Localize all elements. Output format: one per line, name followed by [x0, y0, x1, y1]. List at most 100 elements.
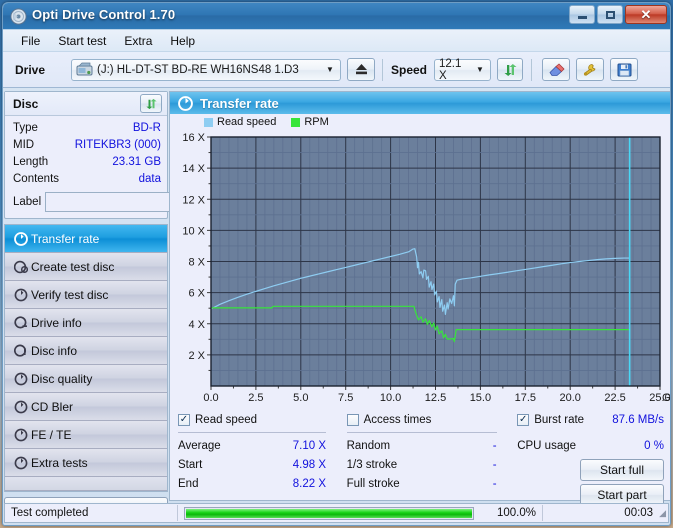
start-full-button[interactable]: Start full: [580, 459, 664, 481]
toolbar-separator-1: [382, 59, 383, 81]
maximize-button[interactable]: [597, 5, 623, 24]
transfer-rate-icon: [178, 96, 193, 111]
eject-icon: [354, 63, 369, 76]
sidebar-item-cd-bler[interactable]: CD Bler: [5, 393, 167, 421]
disc-row-contents-key: Contents: [13, 171, 59, 188]
fe-te-icon: [11, 428, 31, 442]
eject-button[interactable]: [347, 58, 375, 81]
menu-item-extra[interactable]: Extra: [115, 32, 161, 50]
sidebar-item-verify-test-disc[interactable]: Verify test disc: [5, 281, 167, 309]
sidebar-item-disc-quality[interactable]: Disc quality: [5, 365, 167, 393]
disc-quality-icon: [11, 372, 31, 386]
x-tick-label: 12.5: [425, 392, 446, 404]
chart-legend: Read speed RPM: [170, 114, 671, 129]
menu-item-help[interactable]: Help: [161, 32, 204, 50]
speed-select-value: 12.1 X: [439, 58, 472, 82]
status-separator-1: [177, 505, 178, 521]
menu-item-start-test[interactable]: Start test: [49, 32, 115, 50]
drive-label: Drive: [15, 63, 71, 77]
access-times-checkbox-label: Access times: [364, 414, 432, 426]
y-tick-label: 16 X: [182, 132, 205, 144]
read-speed-checkbox-row[interactable]: ✓ Read speed: [178, 411, 347, 429]
burst-rate-checkbox-row[interactable]: ✓ Burst rate 87.6 MB/s: [517, 411, 664, 429]
refresh-arrows-icon: [503, 63, 518, 77]
cd-bler-icon: [11, 400, 31, 414]
y-tick-label: 10 X: [182, 225, 205, 237]
disc-info-rows: Type BD-R MID RITEKBR3 (000) Length 23.3…: [5, 116, 167, 218]
app-disc-icon: [10, 8, 27, 25]
disc-label-key: Label: [13, 196, 41, 208]
close-icon: ✕: [641, 8, 652, 21]
y-tick-label: 6 X: [188, 288, 205, 300]
stat-row-average: Average 7.10 X: [178, 437, 326, 456]
menu-item-file[interactable]: File: [12, 32, 49, 50]
access-times-checkbox[interactable]: ✓: [347, 414, 359, 426]
y-tick-label: 4 X: [188, 319, 205, 331]
stat-row-cpu-usage: CPU usage 0 %: [517, 437, 664, 456]
divider: [347, 432, 497, 433]
chart-container: 2 X4 X6 X8 X10 X12 X14 X16 X0.02.55.07.5…: [170, 129, 671, 414]
disc-row-contents-value: data: [139, 171, 161, 188]
drive-info-icon: [11, 316, 31, 330]
disc-row-mid: MID RITEKBR3 (000): [13, 137, 161, 154]
sidebar-item-fe-te[interactable]: FE / TE: [5, 421, 167, 449]
extra-tests-icon: [11, 456, 31, 470]
sidebar-item-transfer-rate[interactable]: Transfer rate: [5, 225, 167, 253]
disc-row-contents: Contents data: [13, 171, 161, 188]
sidebar-item-label: Extra tests: [31, 456, 88, 470]
access-times-checkbox-row[interactable]: ✓ Access times: [347, 411, 518, 429]
stat-row-end: End 8.22 X: [178, 475, 326, 494]
stat-value: 8.22 X: [293, 475, 326, 494]
disc-row-mid-value: RITEKBR3 (000): [75, 137, 161, 154]
stat-value: 0 %: [644, 437, 664, 456]
x-tick-label: 5.0: [293, 392, 308, 404]
sidebar-item-disc-info[interactable]: Disc info: [5, 337, 167, 365]
stat-key: End: [178, 475, 198, 494]
sidebar-nav: Transfer rate Create test disc Verify te…: [4, 224, 168, 492]
read-speed-checkbox[interactable]: ✓: [178, 414, 190, 426]
transfer-rate-chart[interactable]: 2 X4 X6 X8 X10 X12 X14 X16 X0.02.55.07.5…: [170, 129, 671, 414]
verify-test-disc-icon: [11, 288, 31, 302]
status-message: Test completed: [5, 504, 177, 522]
x-tick-label: 7.5: [338, 392, 353, 404]
sidebar-item-create-test-disc[interactable]: Create test disc: [5, 253, 167, 281]
save-button[interactable]: [610, 58, 638, 81]
transfer-rate-icon: [11, 232, 31, 246]
legend-swatch-read-speed: [204, 118, 213, 127]
window-title: Opti Drive Control 1.70: [32, 7, 175, 22]
progress-bar: [184, 507, 474, 520]
drive-select[interactable]: (J:) HL-DT-ST BD-RE WH16NS48 1.D3 ▼: [71, 59, 341, 81]
disc-row-type-value: BD-R: [133, 120, 161, 137]
read-speed-checkbox-label: Read speed: [195, 414, 257, 426]
divider: [178, 432, 326, 433]
chevron-down-icon: ▼: [322, 65, 338, 74]
x-tick-label: 0.0: [203, 392, 218, 404]
toolbar-separator-2: [531, 59, 532, 81]
stat-row-full-stroke: Full stroke -: [347, 475, 497, 494]
legend-swatch-rpm: [291, 118, 300, 127]
x-tick-label: 17.5: [515, 392, 536, 404]
stat-value: 7.10 X: [293, 437, 326, 456]
sidebar-item-drive-info[interactable]: Drive info: [5, 309, 167, 337]
refresh-button[interactable]: [497, 58, 523, 81]
disc-label-row: Label: [13, 191, 161, 212]
sidebar-item-label: Create test disc: [31, 260, 114, 274]
maximize-icon: [606, 11, 615, 19]
stat-key: Average: [178, 437, 221, 456]
legend-label-rpm: RPM: [304, 116, 328, 128]
disc-refresh-button[interactable]: [140, 94, 162, 113]
erase-button[interactable]: [542, 58, 570, 81]
chevron-down-icon: ▼: [472, 65, 488, 74]
close-button[interactable]: ✕: [625, 5, 667, 24]
sidebar-item-label: Verify test disc: [31, 288, 108, 302]
drive-toolbar: Drive (J:) HL-DT-ST BD-RE WH16NS48 1.D3 …: [3, 52, 670, 88]
stats-col-access-times: ✓ Access times Random - 1/3 stroke -: [347, 411, 518, 506]
minimize-button[interactable]: [569, 5, 595, 24]
sidebar-item-extra-tests[interactable]: Extra tests: [5, 449, 167, 477]
stat-row-random: Random -: [347, 437, 497, 456]
speed-select[interactable]: 12.1 X ▼: [434, 59, 491, 81]
progress-percent-label: 100.0%: [480, 504, 542, 522]
refresh-arrows-icon: [145, 98, 158, 110]
tools-button[interactable]: [576, 58, 604, 81]
burst-rate-checkbox[interactable]: ✓: [517, 414, 529, 426]
